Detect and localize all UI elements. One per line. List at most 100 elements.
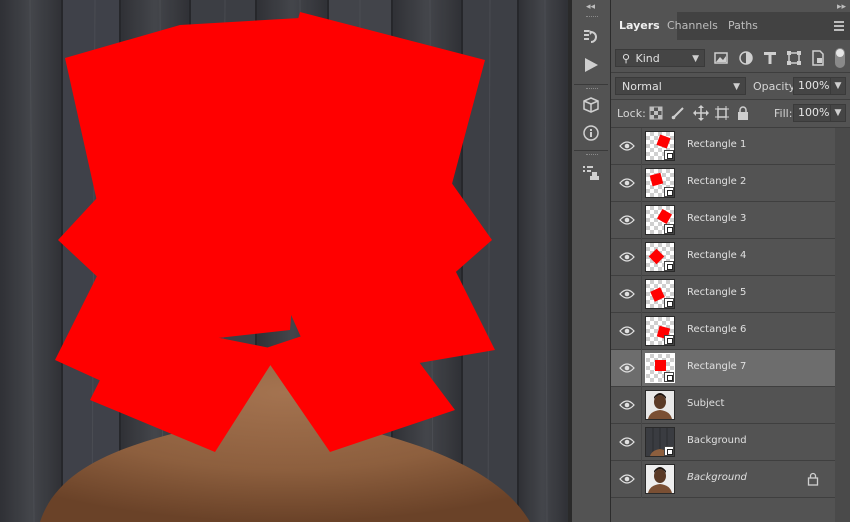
- smart-object-icon: [664, 446, 674, 456]
- blend-mode-dropdown[interactable]: Normal ▼: [615, 77, 746, 95]
- vector-mask-icon: [664, 335, 674, 345]
- visibility-eye-icon[interactable]: [619, 362, 635, 374]
- lock-artboard-icon[interactable]: [715, 106, 729, 123]
- chevron-down-icon: ▼: [692, 54, 699, 64]
- info-icon[interactable]: [577, 120, 605, 146]
- 3d-cube-icon[interactable]: [577, 92, 605, 118]
- layer-thumbnail[interactable]: [645, 353, 675, 383]
- visibility-eye-icon[interactable]: [619, 214, 635, 226]
- adjustment-filter-icon[interactable]: [738, 50, 754, 66]
- layer-thumbnail-background-locked[interactable]: [645, 464, 675, 494]
- layer-thumbnail[interactable]: [645, 205, 675, 235]
- subject-portrait-thumb: [646, 391, 674, 419]
- layer-name[interactable]: Subject: [687, 398, 724, 409]
- panel-tabs: Layers Channels Paths: [611, 12, 850, 40]
- layer-thumbnail[interactable]: [645, 131, 675, 161]
- collapse-left-icon[interactable]: ◂◂: [586, 2, 595, 12]
- layer-name[interactable]: Rectangle 7: [687, 361, 746, 372]
- visibility-eye-icon[interactable]: [619, 177, 635, 189]
- layer-thumbnail-subject[interactable]: [645, 390, 675, 420]
- layer-row[interactable]: Rectangle 2: [611, 165, 835, 202]
- properties-icon[interactable]: [577, 160, 605, 186]
- layer-name[interactable]: Rectangle 4: [687, 250, 746, 261]
- lock-position-icon[interactable]: [693, 105, 709, 124]
- tab-channels[interactable]: Channels: [659, 12, 726, 40]
- lock-all-icon[interactable]: [737, 106, 749, 123]
- layer-row[interactable]: Rectangle 4: [611, 239, 835, 276]
- layer-name[interactable]: Background: [687, 472, 747, 483]
- layer-thumbnail[interactable]: [645, 316, 675, 346]
- vector-mask-icon: [664, 150, 674, 160]
- shape-thumb: [649, 172, 664, 187]
- layer-row[interactable]: Rectangle 6: [611, 313, 835, 350]
- search-icon: ⚲: [622, 52, 631, 65]
- shape-thumb: [655, 360, 666, 371]
- layers-scrollbar[interactable]: [835, 128, 850, 522]
- fill-chevron-icon[interactable]: ▼: [830, 104, 846, 122]
- layer-name[interactable]: Rectangle 6: [687, 324, 746, 335]
- collapse-right-icon[interactable]: ▸▸: [837, 2, 846, 12]
- visibility-eye-icon[interactable]: [619, 288, 635, 300]
- smartobject-filter-icon[interactable]: [810, 50, 826, 66]
- lock-transparent-icon[interactable]: [649, 106, 663, 123]
- canvas-artwork: [0, 0, 568, 522]
- shape-thumb: [656, 208, 673, 225]
- layer-row-selected[interactable]: Rectangle 7: [611, 350, 835, 387]
- chevron-down-icon: ▼: [733, 82, 740, 92]
- layer-thumbnail[interactable]: [645, 279, 675, 309]
- layer-row[interactable]: Rectangle 5: [611, 276, 835, 313]
- panel-menu-icon[interactable]: [834, 21, 844, 33]
- strip-grip[interactable]: [586, 16, 598, 19]
- strip-grip-2[interactable]: [586, 88, 598, 91]
- opacity-chevron-icon[interactable]: ▼: [830, 77, 846, 95]
- layers-panel: ▸▸ Layers Channels Paths ⚲ Kind ▼ Normal…: [611, 0, 850, 522]
- shape-thumb: [648, 248, 665, 265]
- vector-mask-icon: [664, 298, 674, 308]
- layer-thumbnail[interactable]: [645, 242, 675, 272]
- layer-name[interactable]: Rectangle 2: [687, 176, 746, 187]
- layer-row[interactable]: Background: [611, 461, 835, 498]
- history-icon[interactable]: [577, 24, 605, 50]
- opacity-input[interactable]: 100%: [793, 77, 831, 95]
- visibility-eye-icon[interactable]: [619, 399, 635, 411]
- layer-row[interactable]: Rectangle 3: [611, 202, 835, 239]
- strip-grip-3[interactable]: [586, 154, 598, 157]
- layer-row[interactable]: Subject: [611, 387, 835, 424]
- layer-row[interactable]: Background: [611, 424, 835, 461]
- tab-paths[interactable]: Paths: [720, 12, 766, 40]
- vector-mask-icon: [664, 224, 674, 234]
- layer-name[interactable]: Rectangle 5: [687, 287, 746, 298]
- shape-filter-icon[interactable]: [786, 50, 802, 66]
- layer-name[interactable]: Rectangle 1: [687, 139, 746, 150]
- visibility-eye-icon[interactable]: [619, 325, 635, 337]
- lock-label: Lock:: [617, 107, 646, 120]
- layer-lock-icon[interactable]: [807, 472, 819, 486]
- layer-thumbnail-background[interactable]: [645, 427, 675, 457]
- shape-thumb: [656, 134, 671, 149]
- opacity-label: Opacity:: [753, 80, 799, 93]
- visibility-eye-icon[interactable]: [619, 436, 635, 448]
- layer-row[interactable]: Rectangle 1: [611, 128, 835, 165]
- filter-kind-dropdown[interactable]: ⚲ Kind ▼: [615, 49, 705, 67]
- play-actions-icon[interactable]: [577, 52, 605, 78]
- vector-mask-icon: [664, 261, 674, 271]
- visibility-eye-icon[interactable]: [619, 140, 635, 152]
- document-canvas[interactable]: [0, 0, 568, 522]
- visibility-eye-icon[interactable]: [619, 251, 635, 263]
- blend-mode-value: Normal: [622, 80, 662, 93]
- filter-kind-label: Kind: [635, 52, 660, 65]
- fill-label: Fill:: [774, 107, 793, 120]
- fill-input[interactable]: 100%: [793, 104, 831, 122]
- layer-thumbnail[interactable]: [645, 168, 675, 198]
- collapsed-panels-strip: ◂◂: [572, 0, 611, 522]
- layer-name[interactable]: Background: [687, 435, 747, 446]
- image-filter-icon[interactable]: [713, 50, 729, 66]
- visibility-eye-icon[interactable]: [619, 473, 635, 485]
- lock-paint-icon[interactable]: [671, 106, 685, 123]
- vector-mask-icon: [664, 372, 674, 382]
- shape-thumb: [650, 287, 665, 302]
- type-filter-icon[interactable]: [762, 50, 778, 66]
- vector-mask-icon: [664, 187, 674, 197]
- filter-toggle-switch[interactable]: [835, 48, 845, 68]
- layer-name[interactable]: Rectangle 3: [687, 213, 746, 224]
